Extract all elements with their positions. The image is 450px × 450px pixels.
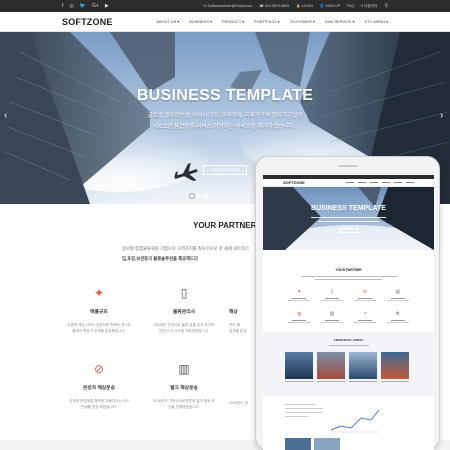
mini-feature: ✦: [283, 289, 316, 302]
tablet-screen: SOFTZONE BUSINESS TEMPLATE YOUR PARTNER …: [263, 175, 434, 450]
mini-feature: ◍: [283, 311, 316, 324]
slider-dot-2[interactable]: [197, 194, 201, 198]
tablet-mockup: SOFTZONE BUSINESS TEMPLATE YOUR PARTNER …: [255, 156, 440, 450]
mini-hero-image: [263, 187, 434, 250]
magic-wand-icon: ✦: [93, 286, 105, 300]
mini-photo: [349, 352, 377, 379]
mini-photo-captions: [263, 379, 434, 382]
tablet-speaker: [338, 165, 358, 167]
feature-title: 물류관리사: [172, 310, 196, 315]
mini-header: SOFTZONE: [263, 179, 434, 187]
smartphone-icon: ▯: [180, 286, 188, 300]
utility-bar: f ◎ 🐦 G+ ▶ ✉ Softzonecenter@Gmail.com ☎ …: [0, 0, 450, 12]
faq-link[interactable]: FAQ: [347, 0, 354, 12]
mini-feature: ✻: [381, 311, 414, 324]
mini-photo: [317, 352, 345, 379]
mini-photo: [285, 352, 313, 379]
nav-product[interactable]: PRODUCT ▾: [222, 19, 244, 24]
bar-chart-icon: ▥: [178, 362, 190, 376]
settings-icon: ✻: [395, 311, 400, 317]
calendar-icon: ▤: [395, 289, 400, 295]
mini-feature: ▯: [316, 289, 349, 302]
feature-desc-2: 플레이 목표가 성과를 달성했습니다.: [72, 329, 126, 333]
mini-thumb: [285, 438, 311, 450]
view-partners-button[interactable]: VIEW PARTNERS: [203, 165, 247, 175]
feature-bulk-shipping: ▥ 벌크 해상운송 2016년도 기준 5,000만톤의 벌크 해상 운 송을 …: [149, 362, 219, 410]
magic-wand-icon: ✦: [297, 289, 302, 295]
mini-line-chart: [330, 409, 380, 433]
mini-hero-title: BUSINESS TEMPLATE: [311, 205, 386, 212]
slider-dot-3[interactable]: [204, 194, 208, 198]
language-select[interactable]: ▾ 다중언어: [361, 0, 377, 12]
facebook-icon[interactable]: f: [62, 0, 63, 12]
mini-thumbnails: [263, 434, 434, 450]
mini-features: ✦ ▯ ⊘ ▤ ◍ ▥ ↗ ✻: [263, 282, 434, 324]
mini-partner-title: YOUR PARTNER: [335, 268, 362, 272]
mini-feature: ▥: [316, 311, 349, 324]
social-links: f ◎ 🐦 G+ ▶: [62, 0, 109, 12]
feature-sales: ✦ 매출규모 우중력 예산 100% 성장하여 판매는 매 1조 플레이 목표가…: [64, 286, 134, 334]
youtube-icon[interactable]: ▶: [105, 0, 109, 12]
feature-desc-2: 안재를 운송 하였습니다.: [80, 405, 118, 409]
hero-text-line-1: 글로벌 물류혁명을 위해서 가장 규제혁에, 국제가구역 물류기준설명: [147, 113, 303, 119]
mini-text-column: [285, 404, 323, 434]
nav-business[interactable]: BUSINESS ▾: [189, 19, 212, 24]
nav-customer[interactable]: CUSTOMER ▾: [290, 19, 315, 24]
hero-title: BUSINESS TEMPLATE: [136, 87, 314, 104]
instagram-icon[interactable]: ◎: [69, 0, 73, 12]
phone-link[interactable]: ☎ 010-5879-5899: [259, 0, 289, 12]
feature-car-shipping: ⊘ 완성차 해상운송 안전한 운영계통 확보한 자동차사는 100 안재를 운송…: [64, 362, 134, 410]
hero-text-line-2: OCC인 통합물류 서비스 경영하는 서비스을 제공하겠습니다.: [154, 124, 296, 130]
mini-photo: [381, 352, 409, 379]
smartphone-icon: ▯: [330, 289, 334, 295]
mini-logo: SOFTZONE: [283, 180, 305, 185]
mini-feature: ▤: [381, 289, 414, 302]
globe-icon: ◍: [297, 311, 302, 317]
signup-link[interactable]: 👤 SIGN UP: [320, 0, 340, 12]
nav-etc-menu[interactable]: ETC MENU ▾: [365, 19, 388, 24]
feature-title: 완성차 해상운송: [82, 386, 116, 391]
utility-links: ✉ Softzonecenter@Gmail.com ☎ 010-5879-58…: [203, 0, 388, 12]
mini-logistics-title: LOGISTICS LATEST: [333, 338, 364, 342]
mini-thumb: [314, 438, 340, 450]
slider-dots: [190, 194, 208, 198]
mini-partner-lines: [300, 276, 397, 280]
search-icon[interactable]: ⚲: [384, 0, 388, 12]
feature-title: 벌크 해상운송: [170, 386, 198, 391]
mini-bottom-section: [263, 396, 434, 434]
feature-desc-2: 송을 진행하였습니다.: [168, 405, 200, 409]
bar-chart-icon: ▥: [329, 311, 335, 317]
mini-feature: ↗: [349, 311, 382, 324]
login-link[interactable]: 🔒 LOGIN: [296, 0, 313, 12]
google-plus-icon[interactable]: G+: [92, 0, 99, 12]
mini-hero: BUSINESS TEMPLATE: [263, 187, 434, 250]
feature-title: 매출규모: [90, 310, 108, 315]
site-logo[interactable]: SOFTZONE: [62, 17, 113, 27]
feature-logistics: ▯ 물류관리사 200명의 관리사로 물류 유통 분석 최고의 전망인 이 시스…: [149, 286, 219, 334]
page: f ◎ 🐦 G+ ▶ ✉ Softzonecenter@Gmail.com ☎ …: [0, 0, 450, 450]
site-header: SOFTZONE ABOUT US ▾ BUSINESS ▾ PRODUCT ▾…: [0, 12, 450, 32]
link-icon: ⊘: [93, 362, 105, 376]
mini-hero-line: [311, 217, 386, 219]
main-nav: ABOUT US ▾ BUSINESS ▾ PRODUCT ▾ PORTFOLI…: [156, 19, 388, 24]
slider-dot-1[interactable]: [190, 194, 194, 198]
twitter-icon[interactable]: 🐦: [80, 0, 86, 12]
mini-photo-grid: [263, 346, 434, 379]
mini-logistics-section: LOGISTICS LATEST: [263, 332, 434, 396]
mini-feature: ⊘: [349, 289, 382, 302]
mini-nav: [346, 181, 414, 184]
nav-portfolio[interactable]: PORTFOLIO ▾: [254, 19, 279, 24]
email-link[interactable]: ✉ Softzonecenter@Gmail.com: [203, 0, 252, 12]
nav-about-us[interactable]: ABOUT US ▾: [156, 19, 179, 24]
mini-hero-line: [319, 221, 379, 223]
trend-icon: ↗: [362, 311, 367, 317]
nav-gnu-service[interactable]: GNU SERVICE ▾: [325, 19, 355, 24]
link-icon: ⊘: [362, 289, 367, 295]
partner-title: YOUR PARTNER: [193, 221, 257, 230]
mini-hero-button: [339, 228, 358, 233]
feature-desc-2: 전망인 이 시스템 구축하였습니다.: [158, 329, 210, 333]
